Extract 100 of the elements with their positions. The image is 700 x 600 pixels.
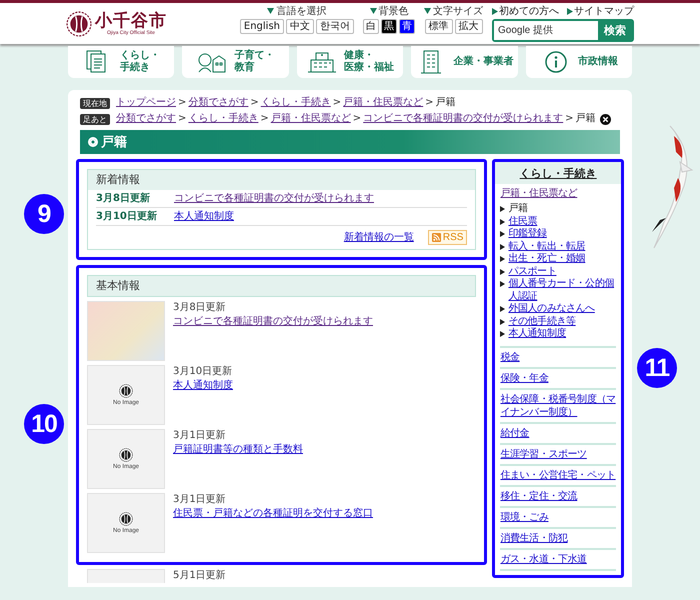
language-button[interactable]: English <box>240 18 284 34</box>
city-emblem-icon <box>119 448 133 462</box>
callout-number: 9 <box>24 194 64 234</box>
sidebar-item[interactable]: 個人番号カード・公的個人認証 <box>508 278 616 303</box>
update-date: 5月1日更新 <box>173 569 226 582</box>
breadcrumb-current: 戸籍 <box>436 97 456 109</box>
category-tile[interactable]: 子育て・ 教育 <box>182 46 289 78</box>
sidebar-item[interactable]: 本人通知制度 <box>508 328 566 340</box>
sidebar-category[interactable]: ガス・水道・下水道 <box>500 552 616 566</box>
city-emblem-icon <box>66 10 92 36</box>
category-tile[interactable]: 企業・事業者 <box>411 46 518 78</box>
category-tile[interactable]: くらし・ 手続き <box>68 46 174 78</box>
update-date: 3月10日更新 <box>173 365 233 378</box>
breadcrumb-separator: > <box>332 97 342 109</box>
triangle-right-icon <box>500 281 506 287</box>
triangle-right-icon <box>500 206 506 212</box>
sidebar-category[interactable]: 税金 <box>500 350 616 364</box>
triangle-down-icon <box>267 8 274 14</box>
breadcrumb-separator: > <box>250 97 259 109</box>
update-date: 3月10日更新 <box>96 210 158 223</box>
search-button[interactable]: 検索 <box>598 20 632 40</box>
breadcrumb-link[interactable]: 分類でさがす <box>116 113 176 125</box>
rss-icon <box>432 233 441 242</box>
sidebar-item[interactable]: その他手続き等 <box>508 316 576 328</box>
news-list-link[interactable]: 新着情報の一覧 <box>344 231 414 244</box>
update-date: 3月8日更新 <box>96 192 151 205</box>
sidebar-category[interactable]: 移住・定住・交流 <box>500 490 616 502</box>
triangle-right-icon <box>500 268 506 274</box>
triangle-right-icon <box>567 8 573 14</box>
sidebar-item[interactable]: 印鑑登録 <box>508 228 547 240</box>
triangle-down-icon <box>424 8 431 14</box>
city-emblem-icon <box>119 384 133 398</box>
article-link[interactable]: 戸籍証明書等の種類と手数料 <box>173 443 303 456</box>
triangle-right-icon <box>500 218 506 224</box>
font-size-button[interactable]: 拡大 <box>454 18 482 34</box>
option-label: 文字サイズ <box>433 6 483 16</box>
sidebar-item[interactable]: 住民票 <box>508 216 538 228</box>
sidebar-category[interactable]: 消費生活・防犯 <box>500 532 616 544</box>
triangle-right-icon <box>500 306 506 312</box>
sidebar-item[interactable]: パスポート <box>508 266 556 278</box>
triangle-right-icon <box>500 318 506 324</box>
breadcrumb-separator: > <box>178 97 186 109</box>
font-size-button[interactable]: 標準 <box>424 18 452 34</box>
background-color-button[interactable]: 青 <box>399 18 415 34</box>
category-tile[interactable]: 市政情報 <box>526 46 632 78</box>
category-tile[interactable]: 健康・ 医療・福祉 <box>296 46 404 78</box>
sidebar-category[interactable]: 住まい・公営住宅・ペット <box>500 468 616 482</box>
breadcrumb-link[interactable]: くらし・手続き <box>188 113 258 125</box>
circle-dot-icon <box>88 137 98 147</box>
sidebar-category[interactable]: 社会保障・税番号制度（マイナンバー制度） <box>500 392 616 418</box>
breadcrumb-link[interactable]: トップページ <box>116 97 176 109</box>
breadcrumb-current: 戸籍 <box>576 113 596 125</box>
language-button[interactable]: 한국어 <box>316 18 354 34</box>
triangle-right-icon <box>500 256 506 262</box>
breadcrumb-separator: > <box>178 113 186 125</box>
breadcrumb-separator: > <box>565 113 574 125</box>
sidebar-item[interactable]: 外国人のみなさんへ <box>508 303 595 316</box>
update-date: 3月1日更新 <box>173 429 227 442</box>
breadcrumb-link[interactable]: くらし・手続き <box>260 97 331 109</box>
breadcrumb-link[interactable]: 戸籍・住民票など <box>270 113 351 125</box>
sidebar-category[interactable]: 保険・年金 <box>500 372 616 384</box>
search-field[interactable]: Google 提供 検索 <box>492 18 634 42</box>
sidebar-title[interactable]: くらし・手続き <box>520 166 597 180</box>
breadcrumb-separator: > <box>260 113 269 125</box>
breadcrumb-link[interactable]: コンビニで各種証明書の交付が受けられます <box>363 113 564 125</box>
update-date: 3月1日更新 <box>173 493 227 506</box>
news-link[interactable]: コンビニで各種証明書の交付が受けられます <box>174 192 374 205</box>
update-date: 3月8日更新 <box>173 301 227 314</box>
sidebar-item[interactable]: 転入・転出・転居 <box>508 240 586 253</box>
callout-number: 11 <box>637 348 677 388</box>
sidebar-current-item[interactable]: 戸籍 <box>508 203 528 216</box>
triangle-right-icon <box>492 8 498 14</box>
sidebar-category[interactable]: 戸籍・住民票など <box>500 187 616 200</box>
sidebar-category[interactable]: 環境・ごみ <box>500 510 616 524</box>
breadcrumb-separator: > <box>352 113 362 125</box>
sidebar-item[interactable]: 出生・死亡・婚姻 <box>508 253 586 266</box>
triangle-right-icon <box>500 231 506 237</box>
site-name[interactable]: 小千谷市 <box>95 12 167 30</box>
breadcrumb-link[interactable]: 戸籍・住民票など <box>343 97 424 109</box>
background-color-button[interactable]: 黒 <box>381 18 397 34</box>
option-label: 言語を選択 <box>276 6 326 16</box>
background-color-button[interactable]: 白 <box>363 18 379 34</box>
header-link[interactable]: 初めての方へ <box>499 6 559 16</box>
option-label: 背景色 <box>378 6 408 16</box>
language-button[interactable]: 中文 <box>286 18 314 34</box>
news-link[interactable]: 本人通知制度 <box>174 210 234 223</box>
section-heading: 新着情報 <box>88 170 476 190</box>
breadcrumb-badge: 足あと <box>80 114 110 124</box>
sidebar-category[interactable]: 生涯学習・スポーツ <box>500 448 616 460</box>
breadcrumb-separator: > <box>425 97 434 109</box>
header-link[interactable]: サイトマップ <box>574 6 634 16</box>
article-link[interactable]: 本人通知制度 <box>173 379 233 392</box>
sidebar-category[interactable]: 給付金 <box>500 426 616 440</box>
article-link[interactable]: 住民票・戸籍などの各種証明を交付する窓口 <box>173 507 373 520</box>
triangle-right-icon <box>500 331 506 337</box>
article-link[interactable]: コンビニで各種証明書の交付が受けられます <box>173 315 373 328</box>
city-emblem-icon <box>119 512 133 526</box>
page-title: 戸籍 <box>101 134 127 151</box>
triangle-down-icon <box>370 8 376 14</box>
breadcrumb-link[interactable]: 分類でさがす <box>188 97 248 109</box>
